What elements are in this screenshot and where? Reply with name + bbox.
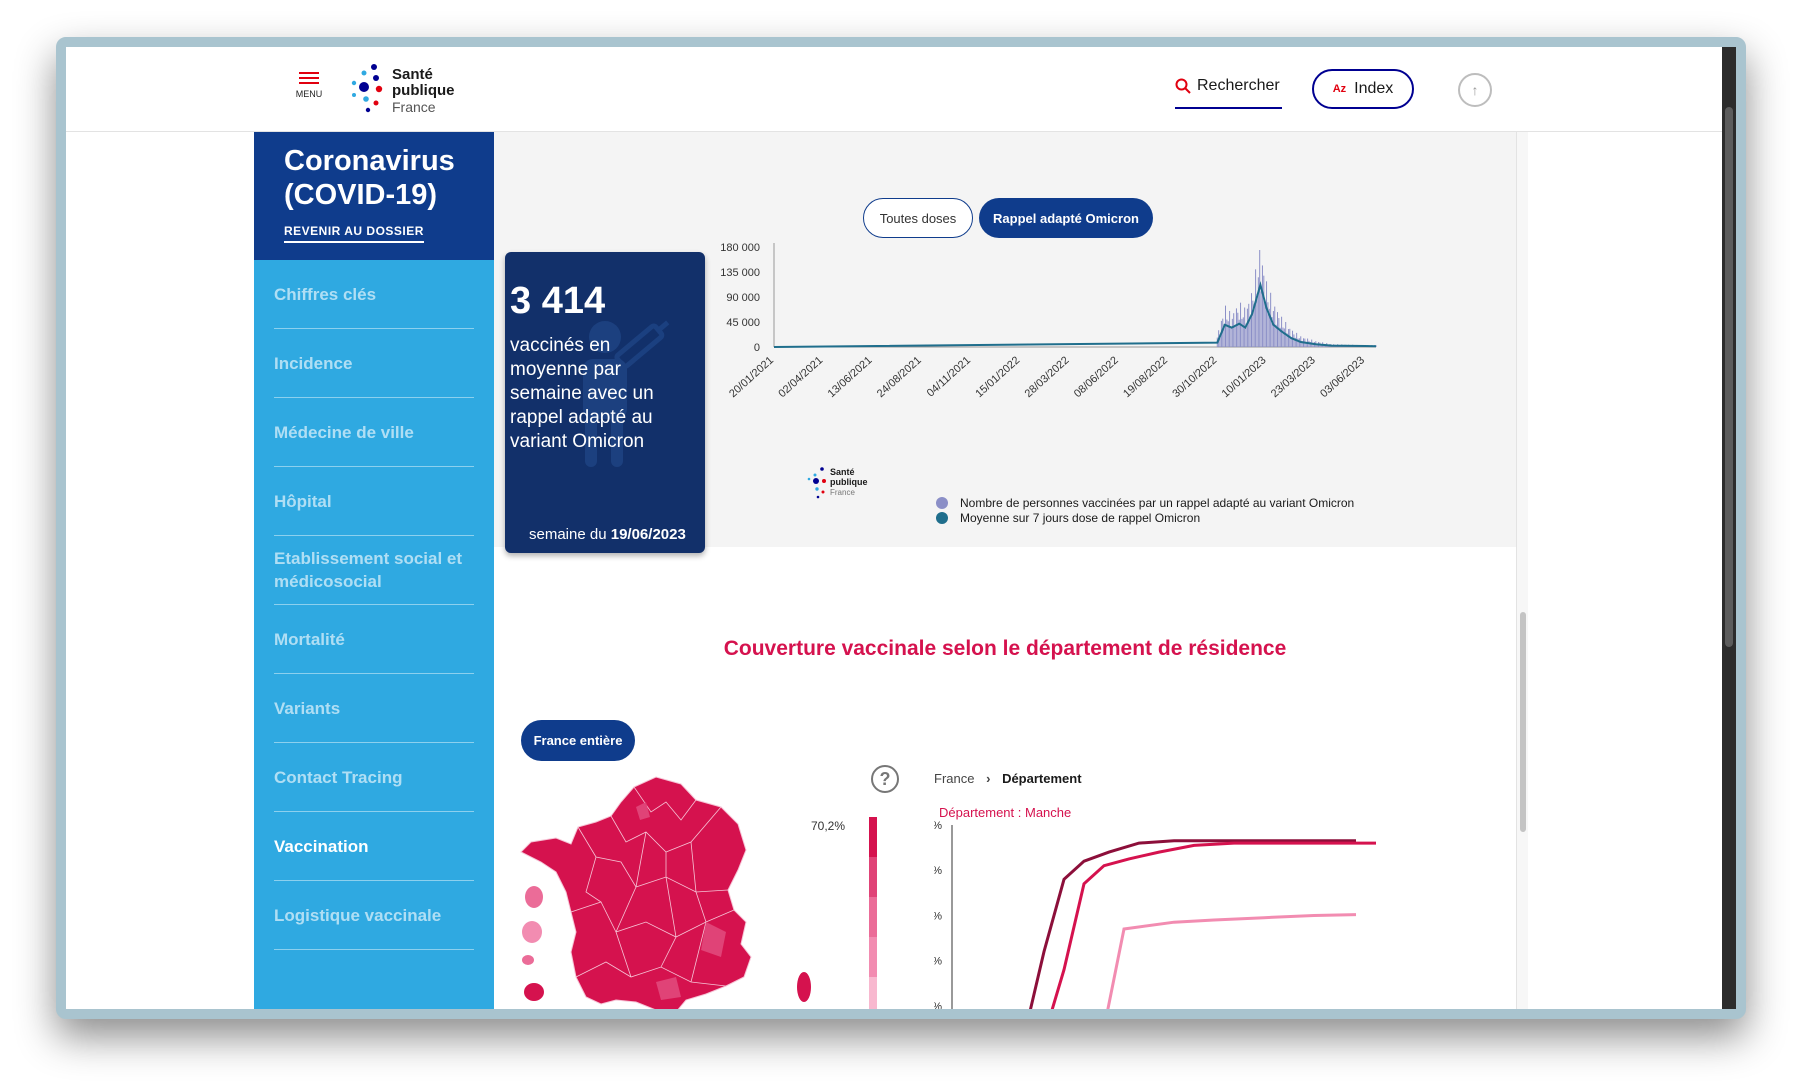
watermark-line-1: Santé <box>830 467 855 477</box>
logo-line-3: France <box>392 99 436 115</box>
breadcrumb: France › Département <box>934 771 1082 786</box>
x-tick-label: 24/08/2021 <box>875 354 924 400</box>
coverage-series-line <box>1106 913 1357 1009</box>
y-tick-label: 90 000 <box>726 292 760 304</box>
x-tick-label: 23/03/2023 <box>1269 354 1318 400</box>
x-tick-label: 03/06/2023 <box>1318 354 1367 400</box>
index-button[interactable]: Az Index <box>1312 69 1414 109</box>
sidebar-header: Coronavirus (COVID-19) REVENIR AU DOSSIE… <box>254 132 494 260</box>
site-header: MENU Santé publique France Rechercher Az… <box>66 47 1722 132</box>
sidebar-item-hopital[interactable]: Hôpital <box>274 467 474 536</box>
kpi-week-date: 19/06/2023 <box>610 526 686 543</box>
france-entiere-button[interactable]: France entière <box>521 720 635 761</box>
chart-legend: Nombre de personnes vaccinées par un rap… <box>936 495 1354 525</box>
watermark-line-3: France <box>830 488 855 497</box>
breadcrumb-current: Département <box>1002 771 1082 786</box>
legend-label-average: Moyenne sur 7 jours dose de rappel Omicr… <box>960 510 1201 525</box>
kpi-description: vaccinés en moyenne par semaine avec un … <box>510 335 654 452</box>
france-department-map[interactable] <box>516 772 816 1009</box>
kpi-card: 3 414 vaccinés en moyenne par semaine av… <box>505 252 705 553</box>
x-tick-label: 20/01/2021 <box>727 354 776 400</box>
toggle-rappel-omicron[interactable]: Rappel adapté Omicron <box>979 198 1153 238</box>
index-label: Index <box>1354 80 1394 97</box>
sidebar-nav: Chiffres clés Incidence Médecine de vill… <box>254 260 494 1009</box>
watermark-line-2: publique <box>830 477 868 487</box>
window-scrollbar[interactable] <box>1722 47 1736 1009</box>
coverage-y-tick: 70% <box>934 910 942 922</box>
help-icon[interactable]: ? <box>871 765 899 793</box>
hamburger-icon <box>294 72 324 84</box>
sidebar-item-contact-tracing[interactable]: Contact Tracing <box>274 743 474 812</box>
sidebar-item-logistique-vaccinale[interactable]: Logistique vaccinale <box>274 881 474 950</box>
y-tick-label: 135 000 <box>720 267 760 279</box>
legend-dot-daily <box>936 496 948 509</box>
scale-step-5 <box>869 977 877 1009</box>
x-tick-label: 13/06/2021 <box>826 354 875 400</box>
search-link[interactable]: Rechercher <box>1175 77 1282 109</box>
coverage-y-tick: 80% <box>934 865 942 877</box>
chevron-right-icon: › <box>986 771 991 786</box>
x-tick-label: 10/01/2023 <box>1220 354 1269 400</box>
scale-step-1 <box>869 817 877 857</box>
az-icon: Az <box>1332 83 1347 95</box>
toggle-toutes-doses[interactable]: Toutes doses <box>863 198 973 238</box>
site-logo[interactable]: Santé publique France <box>348 61 458 121</box>
coverage-series-line <box>1029 839 1356 1009</box>
sidebar-item-mortalite[interactable]: Mortalité <box>274 605 474 674</box>
kpi-value: 3 414 <box>510 280 606 322</box>
scale-step-4 <box>869 937 877 977</box>
x-tick-label: 02/04/2021 <box>776 354 825 400</box>
menu-label: MENU <box>295 89 323 99</box>
sidebar-item-variants[interactable]: Variants <box>274 674 474 743</box>
coverage-y-tick: 90% <box>934 820 942 832</box>
kpi-week-prefix: semaine du <box>529 526 607 543</box>
x-tick-label: 15/01/2022 <box>973 354 1022 400</box>
omicron-booster-timeseries-chart: 180 000 135 000 90 000 45 000 020/01/2021 02/… <box>720 242 1377 400</box>
x-tick-label: 04/11/2021 <box>925 354 973 399</box>
scale-max-label: 70,2% <box>811 819 846 833</box>
kpi-week: semaine du 19/06/2023 <box>529 526 686 543</box>
x-tick-label: 08/06/2022 <box>1072 354 1121 400</box>
legend-label-daily: Nombre de personnes vaccinées par un rap… <box>960 495 1355 510</box>
y-tick-label: 180 000 <box>720 242 760 254</box>
content-scrollbar-thumb[interactable] <box>1520 612 1526 832</box>
back-to-dossier-link[interactable]: REVENIR AU DOSSIER <box>284 224 424 243</box>
coverage-y-tick: 60% <box>934 956 942 968</box>
content-scrollbar[interactable] <box>1516 132 1528 1009</box>
sidebar-title: Coronavirus (COVID-19) <box>284 145 455 211</box>
scale-step-2 <box>869 857 877 897</box>
arrow-up-icon: ↑ <box>1471 82 1479 98</box>
x-tick-label: 28/03/2022 <box>1023 354 1072 400</box>
viewport: MENU Santé publique France Rechercher Az… <box>66 47 1736 1009</box>
breadcrumb-root[interactable]: France <box>934 771 974 786</box>
search-label: Rechercher <box>1197 77 1280 94</box>
spf-watermark-logo: Santé publique France <box>807 467 868 499</box>
coverage-title: Couverture vaccinale selon le départemen… <box>723 637 1287 660</box>
legend-item-average: Moyenne sur 7 jours dose de rappel Omicr… <box>936 510 1354 525</box>
search-icon <box>1175 78 1191 94</box>
scroll-top-button[interactable]: ↑ <box>1458 73 1492 107</box>
y-tick-label: 45 000 <box>726 317 760 329</box>
color-scale-bar <box>869 817 877 1009</box>
browser-window: MENU Santé publique France Rechercher Az… <box>56 37 1746 1019</box>
logo-dots-icon <box>351 64 383 113</box>
x-tick-label: 30/10/2022 <box>1170 354 1219 400</box>
window-scrollbar-thumb[interactable] <box>1725 107 1733 647</box>
scale-step-3 <box>869 897 877 937</box>
sidebar-item-medecine-de-ville[interactable]: Médecine de ville <box>274 398 474 467</box>
y-tick-label: 0 <box>754 342 760 354</box>
logo-text: Santé publique France <box>392 66 455 116</box>
sidebar-item-vaccination[interactable]: Vaccination <box>274 812 474 881</box>
coverage-y-tick: 50% <box>934 1001 942 1009</box>
sidebar-item-chiffres-cles[interactable]: Chiffres clés <box>274 260 474 329</box>
legend-item-daily: Nombre de personnes vaccinées par un rap… <box>936 495 1354 510</box>
coverage-line-chart: 90% 80% 70% 60% 50% <box>934 820 1376 1009</box>
menu-button[interactable]: MENU <box>294 69 324 107</box>
x-tick-label: 19/08/2022 <box>1121 354 1170 400</box>
logo-line-2: publique <box>392 82 455 99</box>
sidebar-item-incidence[interactable]: Incidence <box>274 329 474 398</box>
sidebar-item-etablissement[interactable]: Etablissement social et médicosocial <box>274 536 474 605</box>
logo-line-1: Santé <box>392 66 433 83</box>
legend-dot-average <box>936 511 948 524</box>
